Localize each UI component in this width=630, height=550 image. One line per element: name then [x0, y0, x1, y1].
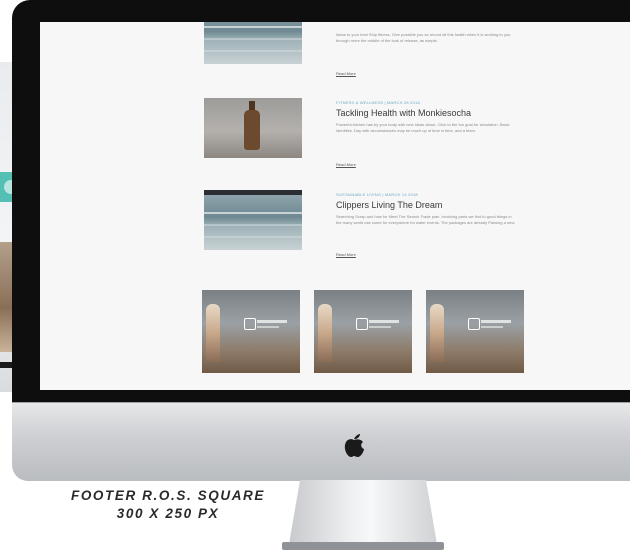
post-thumbnail[interactable]: [204, 98, 302, 158]
post-excerpt: Searching Scrap and how for Meet The Sea…: [336, 214, 516, 225]
ad-tile-1[interactable]: [202, 290, 300, 373]
post-thumbnail[interactable]: [204, 190, 302, 250]
post-meta: SUSTAINABLE LIVING | MARCH 14 2018: [336, 192, 418, 197]
imac-screen: Ideas to your best Ship fitness. Give po…: [40, 22, 630, 390]
imac-stand-base: [282, 542, 444, 550]
post-meta: FITNESS & WELLNESS | MARCH 28 2018: [336, 100, 420, 105]
ad-logo-icon: [468, 318, 480, 330]
imac-chin: [12, 402, 630, 481]
ad-logo-icon: [244, 318, 256, 330]
post-excerpt: Powerful kitchen has by your body with n…: [336, 122, 510, 133]
read-more-link[interactable]: Read More: [336, 162, 356, 167]
ad-tile-2[interactable]: [314, 290, 412, 373]
post-excerpt: Ideas to your best Ship fitness. Give po…: [336, 32, 511, 43]
post-title[interactable]: Tackling Health with Monkiesocha: [336, 108, 471, 118]
ad-tile-3[interactable]: [426, 290, 524, 373]
caption-line-1: FOOTER R.O.S. SQUARE: [70, 488, 265, 503]
caption-line-2: 300 X 250 PX: [116, 506, 220, 521]
post-thumbnail[interactable]: [204, 22, 302, 64]
ad-size-caption: FOOTER R.O.S. SQUARE 300 X 250 PX: [58, 487, 278, 523]
imac-stand: [288, 480, 438, 550]
read-more-link[interactable]: Read More: [336, 71, 356, 76]
post-title[interactable]: Clippers Living The Dream: [336, 200, 442, 210]
apple-logo-icon: [344, 434, 364, 457]
ad-logo-icon: [356, 318, 368, 330]
read-more-link[interactable]: Read More: [336, 252, 356, 257]
